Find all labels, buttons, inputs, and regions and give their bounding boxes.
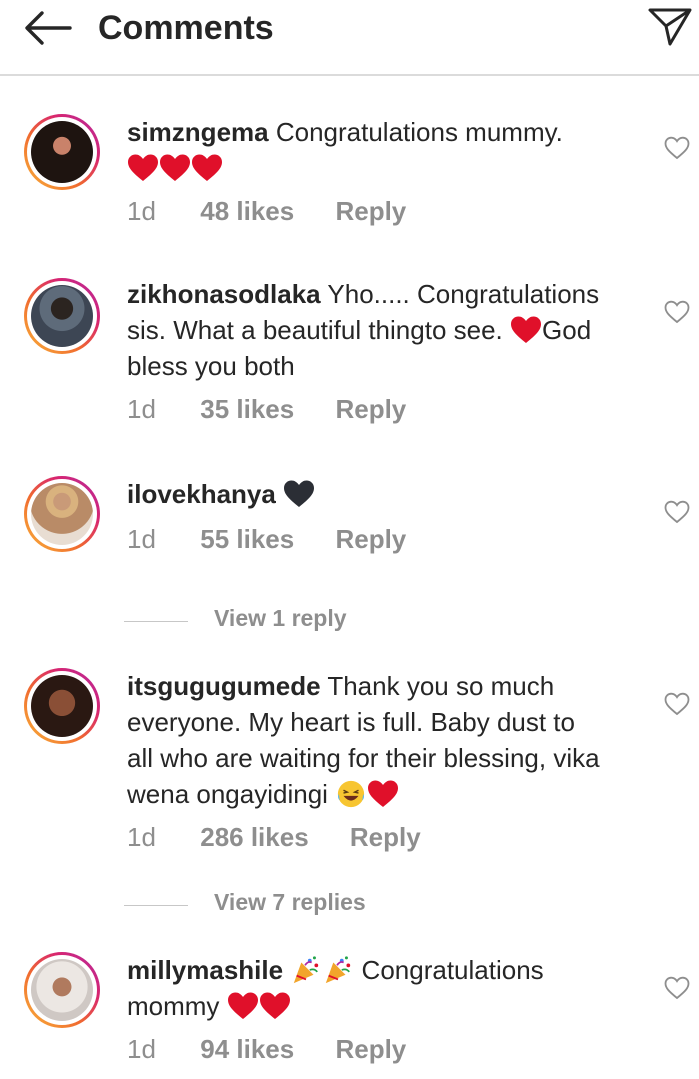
back-arrow-icon[interactable] [22,8,74,48]
comment-time: 1d [127,394,156,424]
red-heart-emoji [259,991,291,1021]
page-title: Comments [98,9,274,47]
comment-text: God [542,315,592,345]
comment-text: sis. What a beautiful thingto see. [127,315,503,345]
red-heart-emoji [127,153,159,183]
comment-time: 1d [127,1034,156,1064]
comment-likes[interactable]: 55 likes [200,524,294,555]
comment-username[interactable]: simzngema [127,117,269,147]
party-popper-emoji [322,955,354,985]
comment-text: all who are waiting for their blessing, … [127,743,600,773]
avatar[interactable] [24,952,100,1028]
heart-outline-icon[interactable] [664,500,690,524]
comment-likes[interactable]: 94 likes [200,1034,294,1065]
comment-text: Congratulations mummy. [275,117,563,147]
red-heart-emoji [510,315,542,345]
red-heart-emoji [191,153,223,183]
laughing-emoji [335,779,367,809]
black-heart-emoji [283,479,315,509]
avatar[interactable] [24,114,100,190]
divider-line [124,621,188,622]
reply-button[interactable]: Reply [350,822,421,853]
avatar[interactable] [24,668,100,744]
red-heart-emoji [159,153,191,183]
send-icon[interactable] [646,4,694,48]
header-bar: Comments [0,0,699,76]
comment-text: everyone. My heart is full. Baby dust to [127,707,575,737]
comment-text: bless you both [127,351,295,381]
reply-button[interactable]: Reply [335,196,406,227]
comment-text: Yho..... Congratulations [327,279,600,309]
comment-username[interactable]: millymashile [127,955,283,985]
heart-outline-icon[interactable] [664,136,690,160]
comment-likes[interactable]: 286 likes [200,822,308,853]
party-popper-emoji [290,955,322,985]
comment-likes[interactable]: 35 likes [200,394,294,425]
view-replies-label[interactable]: View 7 replies [214,889,366,916]
avatar[interactable] [24,278,100,354]
comment-text: wena ongayidingi [127,779,328,809]
heart-outline-icon[interactable] [664,300,690,324]
comment-username[interactable]: itsgugugumede [127,671,321,701]
red-heart-emoji [227,991,259,1021]
heart-outline-icon[interactable] [664,692,690,716]
reply-button[interactable]: Reply [335,394,406,425]
comment-username[interactable]: zikhonasodlaka [127,279,321,309]
reply-button[interactable]: Reply [335,1034,406,1065]
view-replies-label[interactable]: View 1 reply [214,605,347,632]
divider-line [124,905,188,906]
comment-time: 1d [127,196,156,226]
avatar[interactable] [24,476,100,552]
comment-likes[interactable]: 48 likes [200,196,294,227]
heart-outline-icon[interactable] [664,976,690,1000]
red-heart-emoji [367,779,399,809]
comment-text: mommy [127,991,220,1021]
reply-button[interactable]: Reply [335,524,406,555]
comment-text: Congratulations [361,955,544,985]
comment-time: 1d [127,524,156,554]
comment-time: 1d [127,822,156,852]
comment-text: Thank you so much [327,671,555,701]
comment-username[interactable]: ilovekhanya [127,479,276,509]
